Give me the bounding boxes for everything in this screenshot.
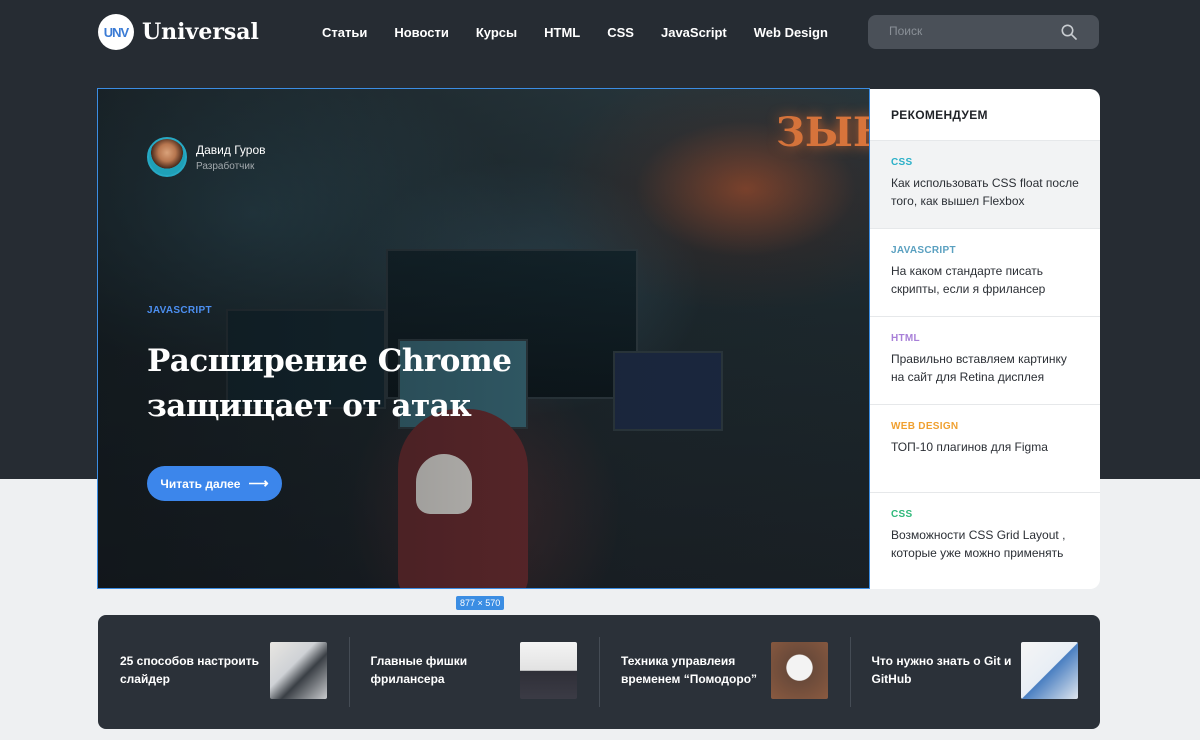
recommended-item-tag: WEB DESIGN xyxy=(891,421,959,432)
recommended-item[interactable]: CSS Возможности CSS Grid Layout , которы… xyxy=(870,493,1100,589)
nav-item-web-design[interactable]: Web Design xyxy=(754,25,828,40)
nav-item-html[interactable]: HTML xyxy=(544,25,580,40)
sidebar-heading: РЕКОМЕНДУЕМ xyxy=(870,89,1100,141)
logo-mark-icon: UNV xyxy=(98,14,134,50)
hero-title: Расширение Chrome защищает от атак xyxy=(147,343,512,424)
recommended-item-tag: CSS xyxy=(891,509,913,520)
featured-card-title: 25 способов настроить слайдер xyxy=(120,654,259,686)
recommended-item[interactable]: CSS Как использовать CSS float после тог… xyxy=(870,141,1100,229)
featured-card-thumbnail xyxy=(770,642,828,699)
recommended-item[interactable]: WEB DESIGN ТОП-10 плагинов для Figma xyxy=(870,405,1100,493)
recommended-item-tag: JAVASCRIPT xyxy=(891,245,956,256)
author-block[interactable]: Давид Гуров Разработчик xyxy=(147,137,266,177)
nav-item-javascript[interactable]: JavaScript xyxy=(661,25,727,40)
recommended-item-title: Как использовать CSS float после того, к… xyxy=(891,176,1079,208)
featured-card[interactable]: Что нужно знать о Git и GitHub xyxy=(849,615,1101,729)
read-more-label: Читать далее xyxy=(160,476,241,491)
recommended-item-title: Возможности CSS Grid Layout , которые уж… xyxy=(891,528,1066,560)
featured-card-title: Техника управлеия временем “Помодоро” xyxy=(621,654,758,686)
featured-card[interactable]: Главные фишки фрилансера xyxy=(348,615,600,729)
author-name: Давид Гуров xyxy=(196,142,266,157)
recommended-item[interactable]: JAVASCRIPT На каком стандарте писать скр… xyxy=(870,229,1100,317)
main-nav: Статьи Новости Курсы HTML CSS JavaScript… xyxy=(322,14,855,50)
search-box xyxy=(868,15,1099,49)
site-header: UNV Universal Статьи Новости Курсы HTML … xyxy=(98,14,1100,50)
recommended-item-title: На каком стандарте писать скрипты, если … xyxy=(891,264,1046,296)
featured-card[interactable]: Техника управлеия временем “Помодоро” xyxy=(599,615,850,729)
hero-banner: ЗЫБ Давид Гуров Разработчик JAVASCRIPT Р… xyxy=(97,88,870,589)
nav-item-articles[interactable]: Статьи xyxy=(322,25,367,40)
nav-item-css[interactable]: CSS xyxy=(607,25,634,40)
search-icon[interactable] xyxy=(1061,24,1077,40)
author-role: Разработчик xyxy=(196,160,255,172)
recommended-item-tag: HTML xyxy=(891,333,920,344)
nav-item-news[interactable]: Новости xyxy=(394,25,449,40)
hero-category-tag[interactable]: JAVASCRIPT xyxy=(147,305,212,316)
featured-card-thumbnail xyxy=(1021,642,1078,699)
logo[interactable]: UNV Universal xyxy=(98,14,259,50)
recommended-sidebar: РЕКОМЕНДУЕМ CSS Как использовать CSS flo… xyxy=(870,89,1100,589)
logo-text: Universal xyxy=(142,19,259,45)
dimension-badge: 877 × 570 xyxy=(456,596,505,610)
avatar xyxy=(147,137,187,177)
recommended-item[interactable]: HTML Правильно вставляем картинку на сай… xyxy=(870,317,1100,405)
arrow-right-icon: ⟶ xyxy=(248,475,269,491)
recommended-item-tag: CSS xyxy=(891,157,913,168)
featured-card-title: Что нужно знать о Git и GitHub xyxy=(871,654,1012,686)
recommended-item-title: Правильно вставляем картинку на сайт для… xyxy=(891,352,1067,384)
read-more-button[interactable]: Читать далее ⟶ xyxy=(147,466,282,501)
nav-item-courses[interactable]: Курсы xyxy=(476,25,517,40)
featured-card-thumbnail xyxy=(520,642,577,699)
search-input[interactable] xyxy=(889,24,1049,38)
featured-card[interactable]: 25 способов настроить слайдер xyxy=(98,615,349,729)
featured-card-title: Главные фишки фрилансера xyxy=(370,654,468,686)
recommended-item-title: ТОП-10 плагинов для Figma xyxy=(891,440,1048,454)
featured-card-thumbnail xyxy=(269,642,327,699)
featured-strip: 25 способов настроить слайдер Главные фи… xyxy=(98,615,1100,729)
